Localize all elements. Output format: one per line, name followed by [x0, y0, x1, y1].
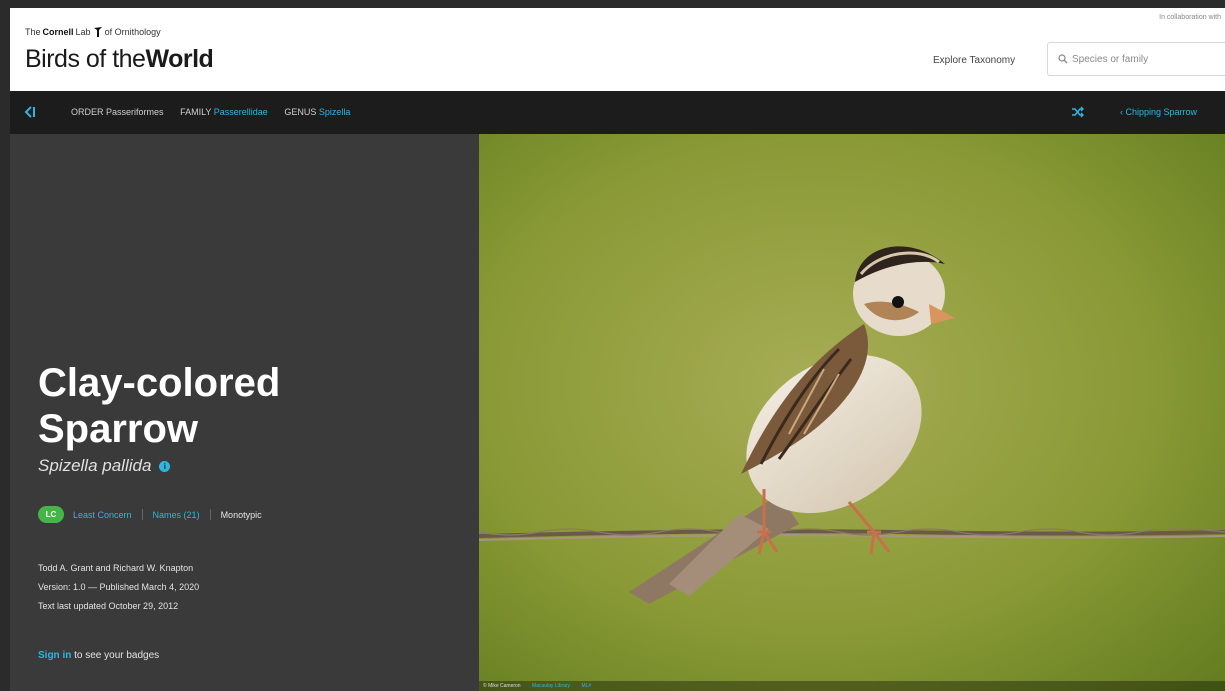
status-row: LC Least Concern Names (21) Monotypic — [38, 506, 262, 523]
collab-text: In collaboration with — [1159, 14, 1221, 21]
window-frame-left — [0, 0, 10, 691]
sparrow-photo — [479, 134, 1225, 691]
breadcrumb-family[interactable]: FAMILY Passerellidae — [180, 107, 270, 117]
window-frame-top — [0, 0, 1225, 8]
species-search[interactable] — [1047, 42, 1225, 76]
search-input[interactable] — [1072, 51, 1222, 67]
info-icon[interactable]: i — [159, 460, 171, 472]
shuffle-icon[interactable] — [1071, 106, 1084, 118]
scientific-name-text: Spizella pallida — [38, 456, 152, 475]
divider — [209, 509, 211, 520]
species-common-name: Clay-colored Sparrow — [38, 360, 438, 452]
site-title[interactable]: Birds of theWorld — [25, 45, 214, 74]
breadcrumb: ORDER Passeriformes FAMILY Passerellidae… — [71, 107, 364, 117]
logo-small-bold: Cornell — [42, 27, 74, 37]
breadcrumb-order[interactable]: ORDER Passeriformes — [71, 107, 166, 117]
breadcrumb-value: Passeriformes — [106, 107, 164, 117]
divider — [141, 509, 143, 520]
breadcrumb-label: FAMILY — [180, 107, 212, 117]
explore-taxonomy-link[interactable]: Explore Taxonomy — [933, 55, 1015, 66]
breadcrumb-genus[interactable]: GENUS Spizella — [284, 107, 350, 117]
species-scientific-name: Spizella pallida i — [38, 456, 171, 476]
names-link[interactable]: Names (21) — [153, 510, 200, 520]
species-hero-photo — [479, 134, 1225, 691]
last-updated: Text last updated October 29, 2012 — [38, 601, 179, 611]
common-name-line2: Sparrow — [38, 407, 199, 451]
signin-link[interactable]: Sign in — [38, 650, 71, 661]
cornell-lab-logo[interactable]: The Cornell Lab of Ornithology — [25, 26, 161, 38]
site-title-light: Birds of the — [25, 45, 146, 73]
previous-species-label: Chipping Sparrow — [1125, 107, 1198, 117]
cornell-bird-icon — [93, 27, 102, 37]
breadcrumb-value: Spizella — [318, 107, 351, 117]
logo-small-prefix: The — [25, 27, 41, 37]
photo-credit-number[interactable]: ML# — [581, 683, 591, 689]
search-icon — [1058, 54, 1068, 64]
signin-rest: to see your badges — [71, 650, 160, 661]
article-credits: Todd A. Grant and Richard W. Knapton Ver… — [38, 559, 199, 616]
logo-small-mid: Lab — [75, 27, 91, 37]
conservation-status-link[interactable]: Least Concern — [73, 510, 132, 520]
photo-credit-link[interactable]: Macaulay Library — [532, 683, 570, 689]
previous-species-link[interactable]: ‹ Chipping Sparrow — [1120, 107, 1197, 117]
breadcrumb-label: ORDER — [71, 107, 104, 117]
taxonomy-nav-bar: ORDER Passeriformes FAMILY Passerellidae… — [10, 91, 1225, 134]
logo-small-suffix: of Ornithology — [104, 27, 161, 37]
signin-prompt: Sign in to see your badges — [38, 650, 159, 661]
common-name-line1: Clay-colored — [38, 361, 281, 405]
breadcrumb-value: Passerellidae — [213, 107, 268, 117]
conservation-status-badge[interactable]: LC — [38, 506, 64, 523]
site-title-bold: World — [145, 45, 214, 73]
taxon-label: Monotypic — [220, 509, 262, 520]
authors: Todd A. Grant and Richard W. Knapton — [38, 563, 194, 573]
species-info-panel: Clay-colored Sparrow Spizella pallida i … — [10, 134, 479, 691]
sidebar-toggle-icon[interactable] — [24, 106, 36, 118]
photo-credit: © Mike Cameron — [483, 683, 521, 689]
site-header: The Cornell Lab of Ornithology Birds of th… — [10, 8, 1225, 91]
photo-credit-bar: © Mike Cameron Macaulay Library ML# — [479, 681, 1225, 691]
breadcrumb-label: GENUS — [284, 107, 317, 117]
version-info: Version: 1.0 — Published March 4, 2020 — [38, 582, 200, 592]
